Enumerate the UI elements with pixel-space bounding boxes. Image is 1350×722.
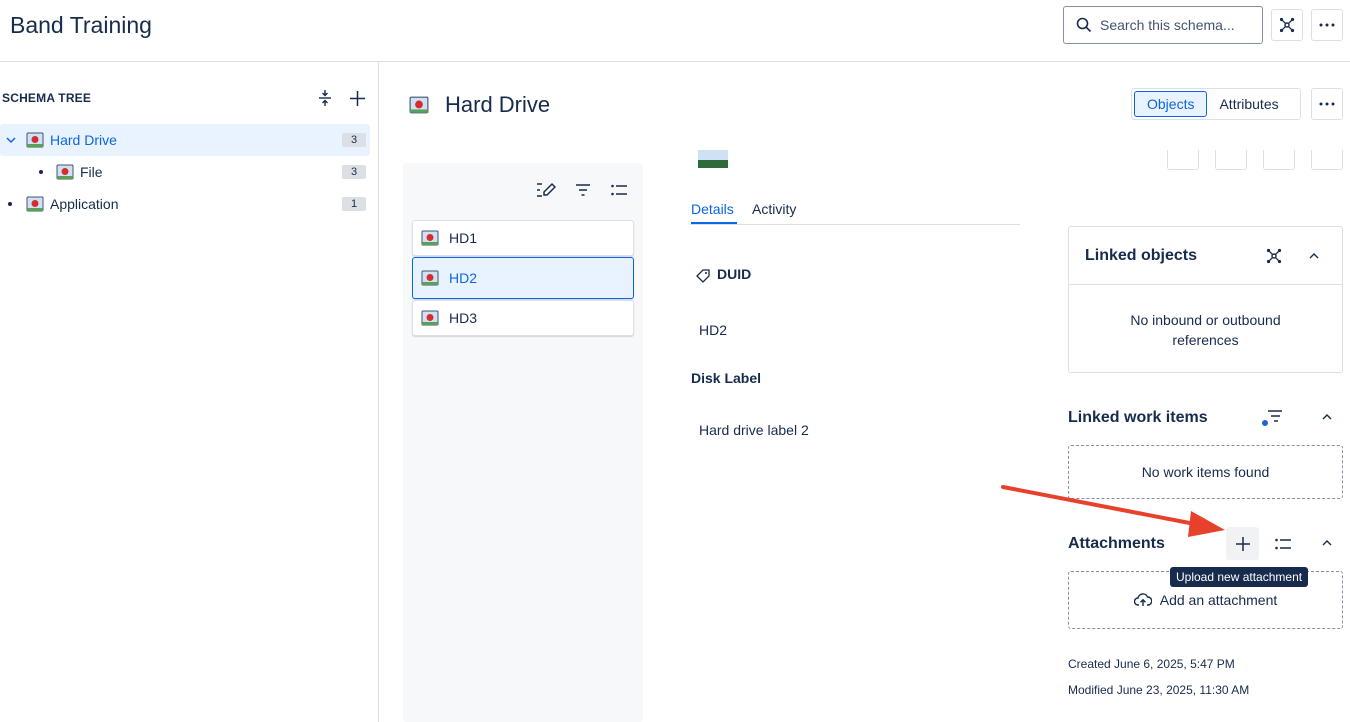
chevron-up-icon[interactable] <box>1309 252 1319 260</box>
search-icon <box>1076 17 1092 33</box>
search-input[interactable] <box>1100 17 1250 33</box>
graph-icon[interactable] <box>1266 248 1282 264</box>
linked-objects-empty-text: No inbound or outbound references <box>1130 312 1281 348</box>
object-avatar-icon <box>698 150 728 168</box>
attribute-label-duid: DUID <box>717 266 752 282</box>
more-icon <box>1319 23 1335 27</box>
created-date: Created June 6, 2025, 5:47 PM <box>1068 657 1235 671</box>
object-card-hd2[interactable]: HD2 <box>412 257 634 299</box>
object-type-icon <box>56 164 74 180</box>
objects-view-button[interactable]: Objects <box>1134 91 1208 117</box>
attribute-label-disk-label: Disk Label <box>691 370 762 386</box>
object-type-icon <box>409 96 429 114</box>
divider <box>1069 284 1342 285</box>
annotation-arrow <box>1001 485 1225 537</box>
modified-date: Modified June 23, 2025, 11:30 AM <box>1068 683 1250 697</box>
object-card-hd1[interactable]: HD1 <box>412 220 634 256</box>
linked-objects-card: Linked objects No inbound or outbound re… <box>1068 226 1343 373</box>
toolbar-button[interactable] <box>1311 150 1343 170</box>
attribute-value-disk-label[interactable]: Hard drive label 2 <box>699 422 809 438</box>
attribute-value-duid[interactable]: HD2 <box>699 322 727 338</box>
tree-item-count: 3 <box>342 165 366 179</box>
bulk-edit-icon[interactable] <box>536 181 556 199</box>
tree-item-count: 1 <box>342 197 366 211</box>
object-card-label: HD3 <box>449 310 478 326</box>
object-card-label: HD2 <box>449 270 478 286</box>
object-type-icon <box>421 310 439 326</box>
object-type-icon <box>421 230 439 246</box>
upload-attachment-tooltip: Upload new attachment <box>1170 567 1309 587</box>
chevron-up-icon[interactable] <box>1322 413 1332 421</box>
more-icon <box>1319 102 1335 106</box>
tree-item-application[interactable]: Application 1 <box>0 188 370 220</box>
list-view-icon[interactable] <box>611 184 627 196</box>
tree-item-label: Application <box>50 196 119 212</box>
search-box[interactable] <box>1063 6 1263 44</box>
collapse-all-icon[interactable] <box>318 89 332 107</box>
toolbar-button[interactable] <box>1215 150 1247 170</box>
filter-icon[interactable] <box>575 183 591 197</box>
page-title: Hard Drive <box>445 92 551 117</box>
object-type-more-button[interactable] <box>1311 88 1343 120</box>
list-view-icon[interactable] <box>1275 538 1291 550</box>
tab-details[interactable]: Details <box>691 201 734 217</box>
tree-item-count: 3 <box>342 133 366 147</box>
object-card-hd3[interactable]: HD3 <box>412 300 634 336</box>
add-icon <box>1235 536 1250 551</box>
object-type-header: Hard Drive Objects Attributes <box>379 62 1350 142</box>
chevron-down-icon[interactable] <box>6 135 16 145</box>
toolbar-button[interactable] <box>1263 150 1295 170</box>
view-toggle: Objects Attributes <box>1131 88 1301 120</box>
object-type-icon <box>26 196 44 212</box>
add-icon[interactable] <box>350 91 365 106</box>
toolbar-button[interactable] <box>1167 150 1199 170</box>
graph-view-button[interactable] <box>1271 9 1303 41</box>
tree-item-hard-drive[interactable]: Hard Drive 3 <box>0 124 370 156</box>
tag-icon <box>696 269 710 283</box>
tree-item-file[interactable]: File 3 <box>0 156 370 188</box>
object-type-icon <box>421 270 439 286</box>
tab-divider <box>690 224 1020 225</box>
object-card-label: HD1 <box>449 230 478 246</box>
tree-item-label: Hard Drive <box>50 132 117 148</box>
attributes-view-button[interactable]: Attributes <box>1207 91 1290 117</box>
graph-icon <box>1279 17 1295 33</box>
filter-icon[interactable] <box>1261 408 1283 428</box>
tree-item-label: File <box>80 164 103 180</box>
tab-active-indicator <box>691 222 737 224</box>
add-attachment-label: Add an attachment <box>1159 592 1278 608</box>
tab-activity[interactable]: Activity <box>752 201 796 217</box>
top-bar: Band Training <box>0 0 1350 62</box>
linked-objects-title: Linked objects <box>1085 247 1198 264</box>
bullet-icon <box>39 170 43 174</box>
linked-work-items-title: Linked work items <box>1068 409 1208 426</box>
object-type-icon <box>26 132 44 148</box>
app-title: Band Training <box>10 12 152 38</box>
upload-cloud-icon <box>1133 593 1152 606</box>
bullet-icon <box>8 202 12 206</box>
objects-list-panel: HD1 HD2 HD3 <box>403 163 643 722</box>
schema-tree-sidebar: SCHEMA TREE Hard Drive 3 File 3 Applicat… <box>0 62 379 722</box>
schema-tree-heading: SCHEMA TREE <box>2 91 92 105</box>
more-button[interactable] <box>1311 9 1343 41</box>
chevron-up-icon[interactable] <box>1322 539 1332 547</box>
